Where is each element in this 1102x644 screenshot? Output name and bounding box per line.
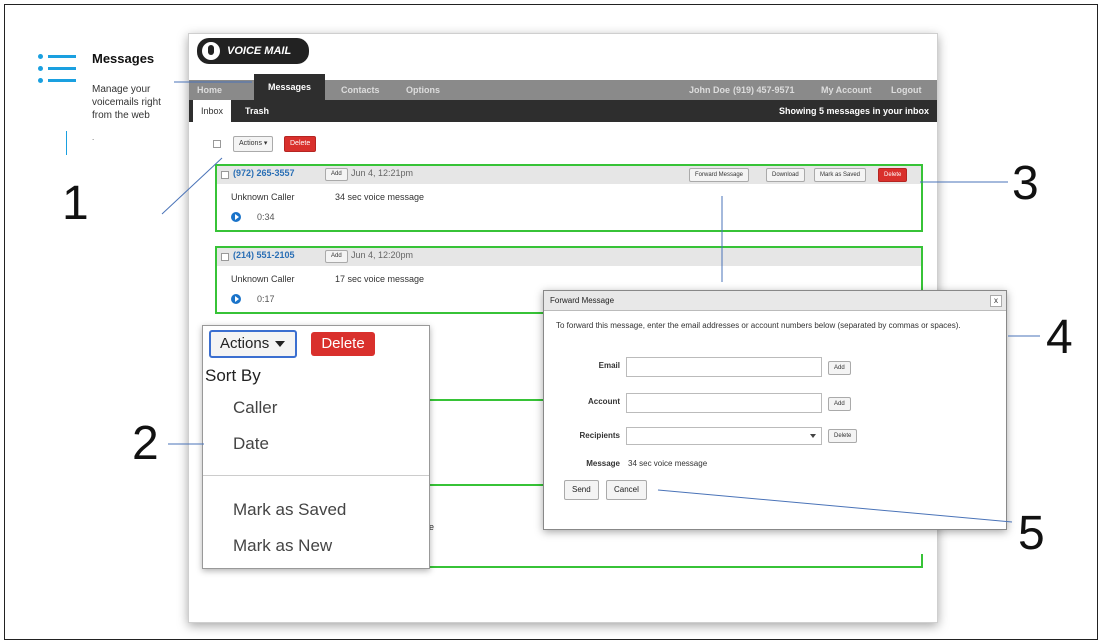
callout-number-1: 1: [62, 177, 89, 230]
callout-line-1: [161, 157, 223, 215]
callout-lines: [161, 81, 1040, 523]
callout-number-2: 2: [132, 417, 159, 470]
callout-line-5: [657, 489, 1013, 523]
callout-number-5: 5: [1018, 507, 1045, 560]
callout-number-4: 4: [1046, 311, 1073, 364]
callout-number-3: 3: [1012, 157, 1039, 210]
